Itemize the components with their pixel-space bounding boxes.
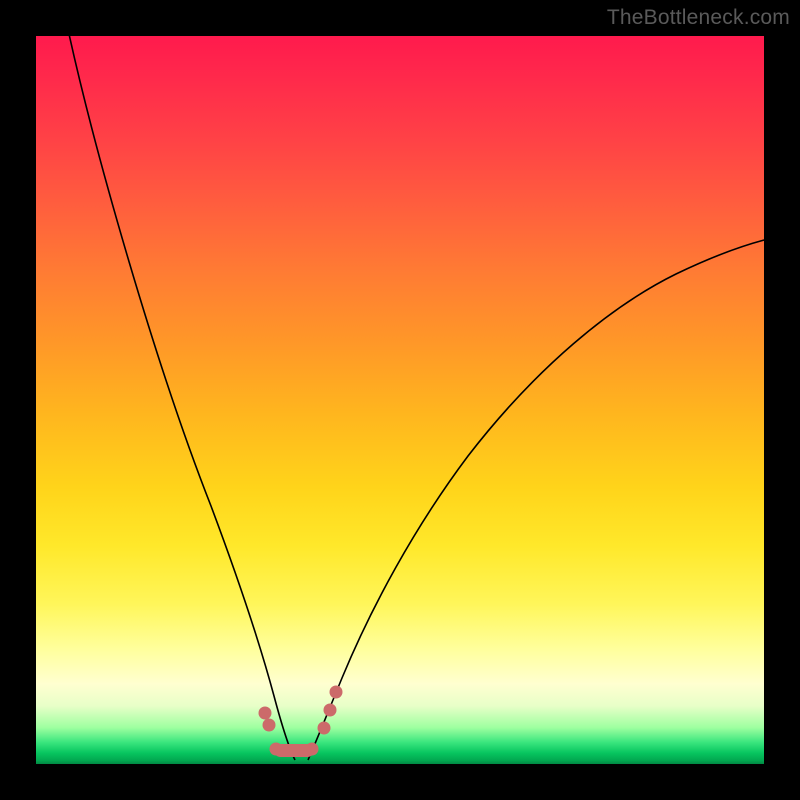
watermark: TheBottleneck.com xyxy=(607,6,790,30)
plot-area xyxy=(36,36,764,764)
curve-layer xyxy=(36,36,764,764)
curve-left xyxy=(69,36,295,760)
trough-dots xyxy=(259,686,343,758)
chart-frame: TheBottleneck.com xyxy=(0,0,800,800)
curve-right xyxy=(308,239,764,760)
